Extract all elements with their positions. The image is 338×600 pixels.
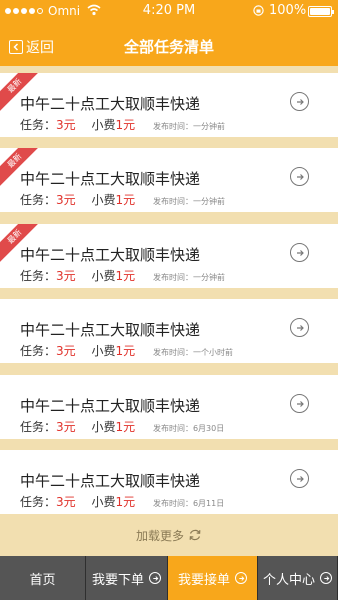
- task-meta: 任务：3元 小费1元 发布时间：一分钟前: [20, 267, 225, 284]
- task-title: 中午二十点工大取顺丰快递: [20, 95, 201, 113]
- task-title: 中午二十点工大取顺丰快递: [20, 397, 201, 415]
- tab-label: 个人中心: [262, 572, 315, 588]
- publish-time: 发布时间：6月30日: [152, 424, 225, 433]
- task-price: 3元: [56, 118, 76, 132]
- task-meta: 任务：3元 小费1元 发布时间：一个小时前: [20, 342, 233, 359]
- task-price: 3元: [56, 269, 76, 283]
- circle-arrow-right-icon: [235, 572, 247, 584]
- task-price-label: 任务：: [20, 269, 57, 283]
- tip-price: 1元: [115, 269, 136, 283]
- rotation-lock-icon: [253, 5, 264, 16]
- task-price: 3元: [56, 193, 76, 207]
- circle-arrow-right-icon[interactable]: [290, 243, 309, 262]
- tip-price: 1元: [115, 118, 136, 132]
- circle-arrow-right-icon[interactable]: [290, 167, 309, 186]
- tab-take-order[interactable]: 我要接单: [168, 556, 258, 600]
- circle-arrow-right-icon[interactable]: [290, 318, 309, 337]
- tip-price: 1元: [115, 344, 136, 358]
- task-card[interactable]: 中午二十点工大取顺丰快递 任务：3元 小费1元 发布时间：一个小时前: [0, 299, 338, 363]
- task-price-label: 任务：: [20, 344, 57, 358]
- task-meta: 任务：3元 小费1元 发布时间：6月30日: [20, 418, 224, 435]
- task-price: 3元: [56, 495, 76, 509]
- tip-label: 小费: [91, 495, 116, 509]
- task-price-label: 任务：: [20, 495, 57, 509]
- status-bar: Omni 4:20 PM 100%: [0, 0, 338, 22]
- task-card[interactable]: 最新 中午二十点工大取顺丰快递 任务：3元 小费1元 发布时间：一分钟前: [0, 73, 338, 137]
- publish-time: 发布时间：一分钟前: [152, 273, 225, 282]
- tab-label: 首页: [29, 572, 56, 588]
- tip-label: 小费: [91, 420, 116, 434]
- task-title: 中午二十点工大取顺丰快递: [20, 321, 201, 339]
- task-title: 中午二十点工大取顺丰快递: [20, 472, 201, 490]
- task-meta: 任务：3元 小费1元 发布时间：一分钟前: [20, 116, 225, 133]
- task-meta: 任务：3元 小费1元 发布时间：一分钟前: [20, 191, 225, 208]
- tip-price: 1元: [115, 420, 136, 434]
- publish-time: 发布时间：一个小时前: [152, 348, 233, 357]
- publish-time: 发布时间：一分钟前: [152, 197, 225, 206]
- task-meta: 任务：3元 小费1元 发布时间：6月11日: [20, 493, 224, 510]
- refresh-icon: [189, 529, 201, 541]
- task-title: 中午二十点工大取顺丰快递: [20, 170, 201, 188]
- task-card[interactable]: 中午二十点工大取顺丰快递 任务：3元 小费1元 发布时间：6月11日: [0, 450, 338, 514]
- circle-arrow-right-icon: [320, 572, 332, 584]
- task-card[interactable]: 中午二十点工大取顺丰快递 任务：3元 小费1元 发布时间：6月30日: [0, 375, 338, 439]
- tip-label: 小费: [91, 118, 116, 132]
- task-price-label: 任务：: [20, 118, 57, 132]
- publish-time: 发布时间：6月11日: [152, 499, 225, 508]
- tab-place-order[interactable]: 我要下单: [86, 556, 168, 600]
- task-price-label: 任务：: [20, 193, 57, 207]
- tab-personal-center[interactable]: 个人中心: [258, 556, 338, 600]
- battery-icon: [308, 6, 334, 17]
- tab-home[interactable]: 首页: [0, 556, 86, 600]
- circle-arrow-right-icon[interactable]: [290, 469, 309, 488]
- task-card[interactable]: 最新 中午二十点工大取顺丰快递 任务：3元 小费1元 发布时间：一分钟前: [0, 224, 338, 288]
- load-more-label: 加载更多: [135, 528, 184, 543]
- page-title: 全部任务清单: [123, 38, 214, 56]
- tip-price: 1元: [115, 495, 136, 509]
- task-price: 3元: [56, 420, 76, 434]
- tip-label: 小费: [91, 269, 116, 283]
- circle-arrow-right-icon[interactable]: [290, 394, 309, 413]
- top-bar: Omni 4:20 PM 100% 返回 全部任务清单: [0, 0, 338, 66]
- circle-arrow-right-icon[interactable]: [290, 92, 309, 111]
- task-card[interactable]: 最新 中午二十点工大取顺丰快递 任务：3元 小费1元 发布时间：一分钟前: [0, 148, 338, 212]
- task-title: 中午二十点工大取顺丰快递: [20, 246, 201, 264]
- circle-arrow-right-icon: [149, 572, 161, 584]
- tab-bar: 首页 我要下单 我要接单 个人中心: [0, 556, 338, 600]
- tip-label: 小费: [91, 344, 116, 358]
- task-price-label: 任务：: [20, 420, 57, 434]
- load-more-button[interactable]: 加载更多: [0, 520, 338, 550]
- publish-time: 发布时间：一分钟前: [152, 122, 225, 131]
- task-price: 3元: [56, 344, 76, 358]
- battery-percentage: 100%: [269, 3, 307, 18]
- tip-label: 小费: [91, 193, 116, 207]
- tab-label: 我要接单: [177, 572, 230, 588]
- tip-price: 1元: [115, 193, 136, 207]
- tab-label: 我要下单: [91, 572, 144, 588]
